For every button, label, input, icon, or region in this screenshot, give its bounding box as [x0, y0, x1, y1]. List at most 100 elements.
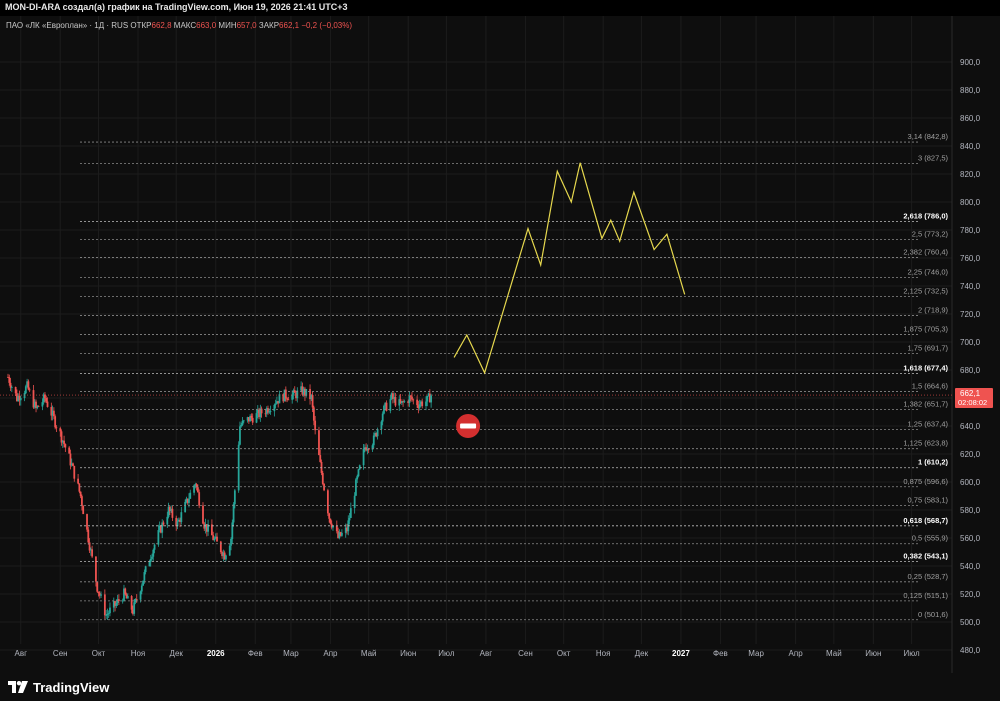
time-tick-label: Фев — [248, 649, 263, 658]
brand-name: TradingView — [33, 679, 110, 695]
fib-level-label: 2,382 (760,4) — [903, 247, 948, 256]
candle-body — [166, 516, 169, 525]
projection-line[interactable] — [453, 162, 686, 375]
change-value: −0,2 (−0,03%) — [301, 21, 353, 30]
open-label: ОТКР — [130, 21, 152, 30]
candle-body — [202, 505, 204, 524]
candle-body — [335, 525, 338, 532]
time-tick-label: Фев — [713, 649, 728, 658]
candle-body — [311, 395, 314, 408]
fib-level-label: 2,25 (746,0) — [908, 268, 949, 277]
fib-level-label: 3,14 (842,8) — [908, 132, 949, 141]
time-tick-label: Мар — [283, 649, 299, 658]
candle-body — [188, 498, 190, 503]
footer: TradingView — [0, 673, 1000, 701]
projection[interactable] — [453, 162, 686, 375]
time-tick-label: Авг — [480, 649, 493, 658]
candle-body — [139, 591, 142, 600]
time-tick-label: Ноя — [131, 649, 146, 658]
fib-level-label: 1,618 (677,4) — [903, 364, 948, 373]
candle-body — [358, 465, 361, 470]
candle-body — [357, 469, 360, 477]
candle-body — [341, 532, 343, 536]
candle-body — [356, 476, 359, 480]
fib-level-label: 2 (718,9) — [918, 306, 949, 315]
candle-body — [82, 506, 85, 515]
price-tick-label: 700,0 — [960, 338, 981, 347]
candle-body — [117, 599, 120, 602]
candle-body — [133, 602, 136, 614]
candle-body — [10, 386, 13, 388]
no-entry-bar — [460, 423, 477, 429]
candle-body — [63, 440, 65, 445]
candle-body — [394, 397, 397, 406]
price-axis[interactable]: 480,0 500,0 520,0 540,0 560,0 580,0 600,0 620,0… — [0, 16, 993, 673]
candle-body — [153, 544, 156, 550]
price-tick-label: 860,0 — [960, 114, 981, 123]
candle-body — [121, 600, 124, 602]
candle-body — [107, 613, 110, 615]
candle-body — [287, 399, 290, 401]
candle-body — [135, 599, 138, 600]
candle-body — [115, 602, 118, 606]
fib-extension[interactable]: 0 (501,6) 0,125 (515,1) 0,25 (528,7) 0,382 … — [80, 132, 949, 621]
candle-body — [328, 513, 331, 519]
candle-body — [86, 514, 88, 530]
candle-body — [142, 580, 144, 586]
candle-body — [79, 491, 82, 497]
grid — [0, 16, 952, 651]
candle-body — [9, 382, 12, 388]
chart-area[interactable]: 0 (501,6) 0,125 (515,1) 0,25 (528,7) 0,382 … — [0, 16, 1000, 673]
candle-body — [24, 386, 27, 394]
candle-body — [233, 490, 236, 505]
symbol-legend: ПАО «ЛК «Европлан» · 1Д · RUS ОТКР662,8 … — [6, 21, 352, 30]
candle-body — [362, 448, 365, 466]
candle-body — [105, 615, 108, 616]
fib-level-label: 0,5 (555,9) — [912, 534, 949, 543]
candle-body — [184, 501, 187, 513]
candle-body — [41, 402, 44, 407]
candle-body — [412, 399, 415, 401]
candle-body — [240, 425, 243, 427]
candle-body — [96, 581, 99, 592]
time-tick-label: 2027 — [672, 649, 690, 658]
price-chart[interactable]: 0 (501,6) 0,125 (515,1) 0,25 (528,7) 0,382 … — [0, 16, 1000, 673]
marker[interactable] — [456, 414, 481, 438]
candle-body — [54, 416, 57, 428]
price-tick-label: 840,0 — [960, 142, 981, 151]
low-label: МИН — [218, 21, 237, 30]
price-tick-label: 640,0 — [960, 422, 981, 431]
tradingview-logo[interactable]: TradingView — [8, 678, 109, 696]
fib-level-label: 0,382 (543,1) — [903, 552, 948, 561]
publish-line: MON-DI-ARA создал(а) график на TradingVi… — [5, 2, 348, 12]
candle-body — [251, 417, 254, 423]
candle-body — [103, 594, 106, 616]
candle-body — [151, 556, 153, 559]
fib-level-label: 0,75 (583,1) — [908, 496, 949, 505]
candle-body — [152, 549, 155, 557]
candle-body — [284, 389, 287, 399]
candle-body — [87, 529, 90, 543]
time-tick-label: Июн — [865, 649, 881, 658]
fib-level-label: 0,125 (515,1) — [903, 591, 948, 600]
candle-body — [355, 479, 357, 496]
candle-body — [73, 465, 76, 479]
fib-level-label: 3 (827,5) — [918, 154, 949, 163]
last-price-countdown: 02:08:02 — [958, 398, 987, 407]
time-tick-label: Дек — [635, 649, 649, 658]
candle-body — [23, 393, 26, 399]
fib-level-label: 0,25 (528,7) — [908, 572, 949, 581]
price-tick-label: 560,0 — [960, 534, 981, 543]
candle-body — [198, 492, 201, 506]
candle-body — [408, 395, 411, 404]
candle-body — [72, 463, 74, 466]
candle-body — [95, 556, 97, 582]
candle-body — [64, 444, 67, 448]
candle-body — [274, 403, 277, 405]
candle-body — [232, 504, 235, 523]
fib-level-label: 2,125 (732,5) — [903, 287, 948, 296]
candle-body — [349, 508, 352, 518]
low-value: 657,0 — [236, 21, 257, 30]
candle-body — [126, 596, 129, 599]
price-tick-label: 540,0 — [960, 562, 981, 571]
